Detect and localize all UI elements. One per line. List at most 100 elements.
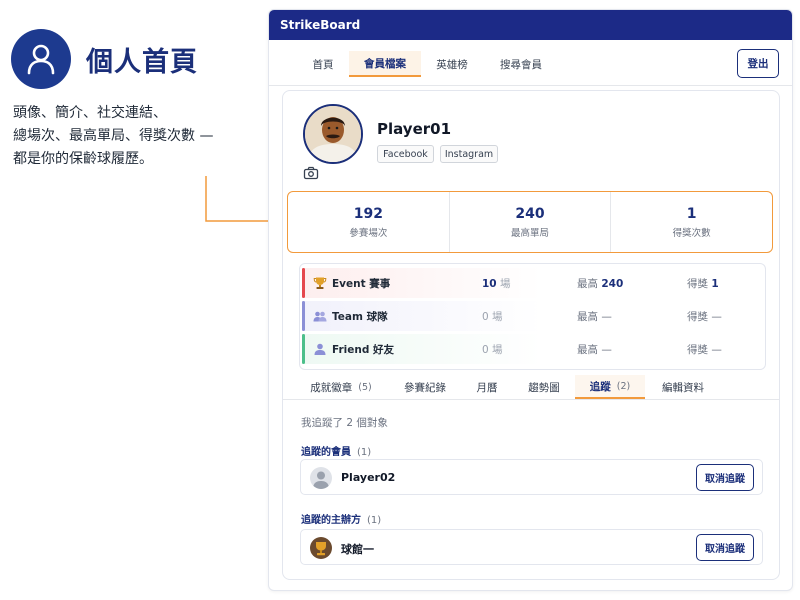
default-avatar-icon (310, 467, 332, 489)
app-header: StrikeBoard (269, 10, 792, 40)
mode-count-value: 10 (482, 278, 497, 290)
section-count: (1) (357, 447, 372, 458)
tab-label: 月曆 (476, 381, 498, 394)
mode-breakdown: Event 賽事 10 場 最高 240 得獎 1 Team 球隊 0 場 最高… (299, 263, 766, 370)
mode-award-label: 得獎 (687, 344, 708, 356)
mode-accent-bar (302, 268, 305, 298)
followed-host-name[interactable]: 球館一 (341, 541, 374, 557)
section-title-label: 追蹤的主辦方 (301, 515, 361, 526)
followed-members-title: 追蹤的會員 (1) (301, 443, 371, 458)
app-window: StrikeBoard 首頁 會員檔案 英雄榜 搜尋會員 登出 Player01… (268, 9, 793, 591)
team-icon (313, 309, 327, 323)
mode-count: 0 場 (482, 309, 503, 324)
follow-summary: 我追蹤了 2 個對象 (301, 417, 388, 429)
tab-count: (2) (616, 380, 631, 392)
team-icon-glyph (313, 311, 327, 322)
main-nav: 首頁 會員檔案 英雄榜 搜尋會員 登出 (269, 40, 792, 86)
mode-award: 得獎 1 (687, 276, 719, 291)
followed-member-item: Player02 取消追蹤 (300, 459, 763, 495)
tab-edit-profile[interactable]: 編輯資料 (655, 375, 711, 399)
avatar[interactable] (303, 104, 363, 164)
mode-row-team: Team 球隊 0 場 最高 — 得獎 — (302, 301, 764, 331)
mode-count: 0 場 (482, 342, 503, 357)
tab-trend[interactable]: 趨勢圖 (519, 375, 569, 399)
stat-label: 最高單局 (511, 227, 550, 239)
mode-count-unit: 場 (499, 278, 511, 290)
nav-tab-leaderboard[interactable]: 英雄榜 (427, 51, 477, 77)
profile-card: Player01 Facebook Instagram 192 參賽場次 240… (282, 90, 780, 580)
profile-subtabs: 成就徽章 (5) 參賽紀錄 月曆 趨勢圖 追蹤 (2) 編輯資料 (283, 375, 779, 400)
tab-match-records[interactable]: 參賽紀錄 (395, 375, 455, 399)
tab-label: 追蹤 (589, 380, 611, 393)
mode-award-label: 得獎 (687, 311, 708, 323)
tab-label: 編輯資料 (662, 381, 704, 394)
mode-award-value: — (711, 344, 722, 356)
tab-calendar[interactable]: 月曆 (467, 375, 507, 399)
followed-host-item: 球館一 取消追蹤 (300, 529, 763, 565)
unfollow-button[interactable]: 取消追蹤 (696, 464, 754, 491)
mode-accent-bar (302, 301, 305, 331)
stat-label: 參賽場次 (349, 227, 388, 239)
avatar[interactable] (310, 537, 332, 559)
tab-label: 成就徽章 (310, 381, 353, 394)
nav-tab-home[interactable]: 首頁 (301, 51, 345, 77)
mode-award-value: — (711, 311, 722, 323)
facebook-link[interactable]: Facebook (377, 145, 434, 163)
section-count: (1) (367, 515, 382, 526)
mode-name: Event 賽事 (332, 278, 391, 290)
mode-high: 最高 — (577, 342, 612, 357)
avatar[interactable] (310, 467, 332, 489)
followed-hosts-title: 追蹤的主辦方 (1) (301, 511, 381, 526)
mode-count-unit: 場 (492, 344, 503, 356)
mode-row-event: Event 賽事 10 場 最高 240 得獎 1 (302, 268, 764, 298)
tab-count: (5) (358, 381, 372, 393)
stat-label: 得獎次數 (672, 227, 711, 239)
nav-tab-profile[interactable]: 會員檔案 (349, 51, 421, 77)
stat-value: 240 (515, 205, 545, 222)
mode-count: 10 場 (482, 276, 510, 291)
followed-member-name[interactable]: Player02 (341, 471, 395, 484)
tab-label: 趨勢圖 (528, 381, 560, 394)
trophy-icon-glyph (313, 277, 327, 289)
app-title: StrikeBoard (280, 18, 361, 32)
avatar-image (305, 106, 361, 162)
instagram-link[interactable]: Instagram (440, 145, 498, 163)
mode-high-label: 最高 (577, 344, 598, 356)
stat-high-game: 240 最高單局 (450, 192, 612, 252)
mode-name: Team 球隊 (332, 311, 388, 323)
mode-high-label: 最高 (577, 278, 598, 290)
player-name: Player01 (377, 120, 452, 138)
section-title-label: 追蹤的會員 (301, 447, 351, 458)
stat-games-played: 192 參賽場次 (288, 192, 450, 252)
mode-high-label: 最高 (577, 311, 598, 323)
mode-row-friend: Friend 好友 0 場 最高 — 得獎 — (302, 334, 764, 364)
mode-high-value: — (601, 344, 612, 356)
mode-award: 得獎 — (687, 309, 722, 324)
annotation-arrow-icon (205, 176, 279, 226)
tab-badges[interactable]: 成就徽章 (5) (303, 375, 379, 399)
mode-high: 最高 — (577, 309, 612, 324)
camera-icon[interactable] (303, 165, 319, 180)
mode-award-value: 1 (711, 278, 719, 290)
tab-label: 參賽紀錄 (404, 381, 446, 394)
trophy-icon (310, 537, 332, 559)
mode-award: 得獎 — (687, 342, 722, 357)
mode-name: Friend 好友 (332, 344, 395, 356)
mode-accent-bar (302, 334, 305, 364)
trophy-icon (313, 276, 327, 290)
person-icon-glyph (314, 343, 326, 355)
person-icon (313, 342, 327, 356)
mode-count-value: 0 (482, 344, 489, 356)
stats-summary: 192 參賽場次 240 最高單局 1 得獎次數 (287, 191, 773, 253)
mode-high: 最高 240 (577, 276, 623, 291)
mode-award-label: 得獎 (687, 278, 708, 290)
mode-high-value: 240 (601, 278, 624, 290)
nav-tab-search-member[interactable]: 搜尋會員 (491, 51, 551, 77)
unfollow-button[interactable]: 取消追蹤 (696, 534, 754, 561)
tab-following[interactable]: 追蹤 (2) (575, 375, 645, 399)
logout-button[interactable]: 登出 (737, 49, 779, 78)
stat-value: 192 (353, 205, 383, 222)
mode-count-value: 0 (482, 311, 489, 323)
stat-value: 1 (686, 205, 697, 222)
mode-count-unit: 場 (492, 311, 503, 323)
